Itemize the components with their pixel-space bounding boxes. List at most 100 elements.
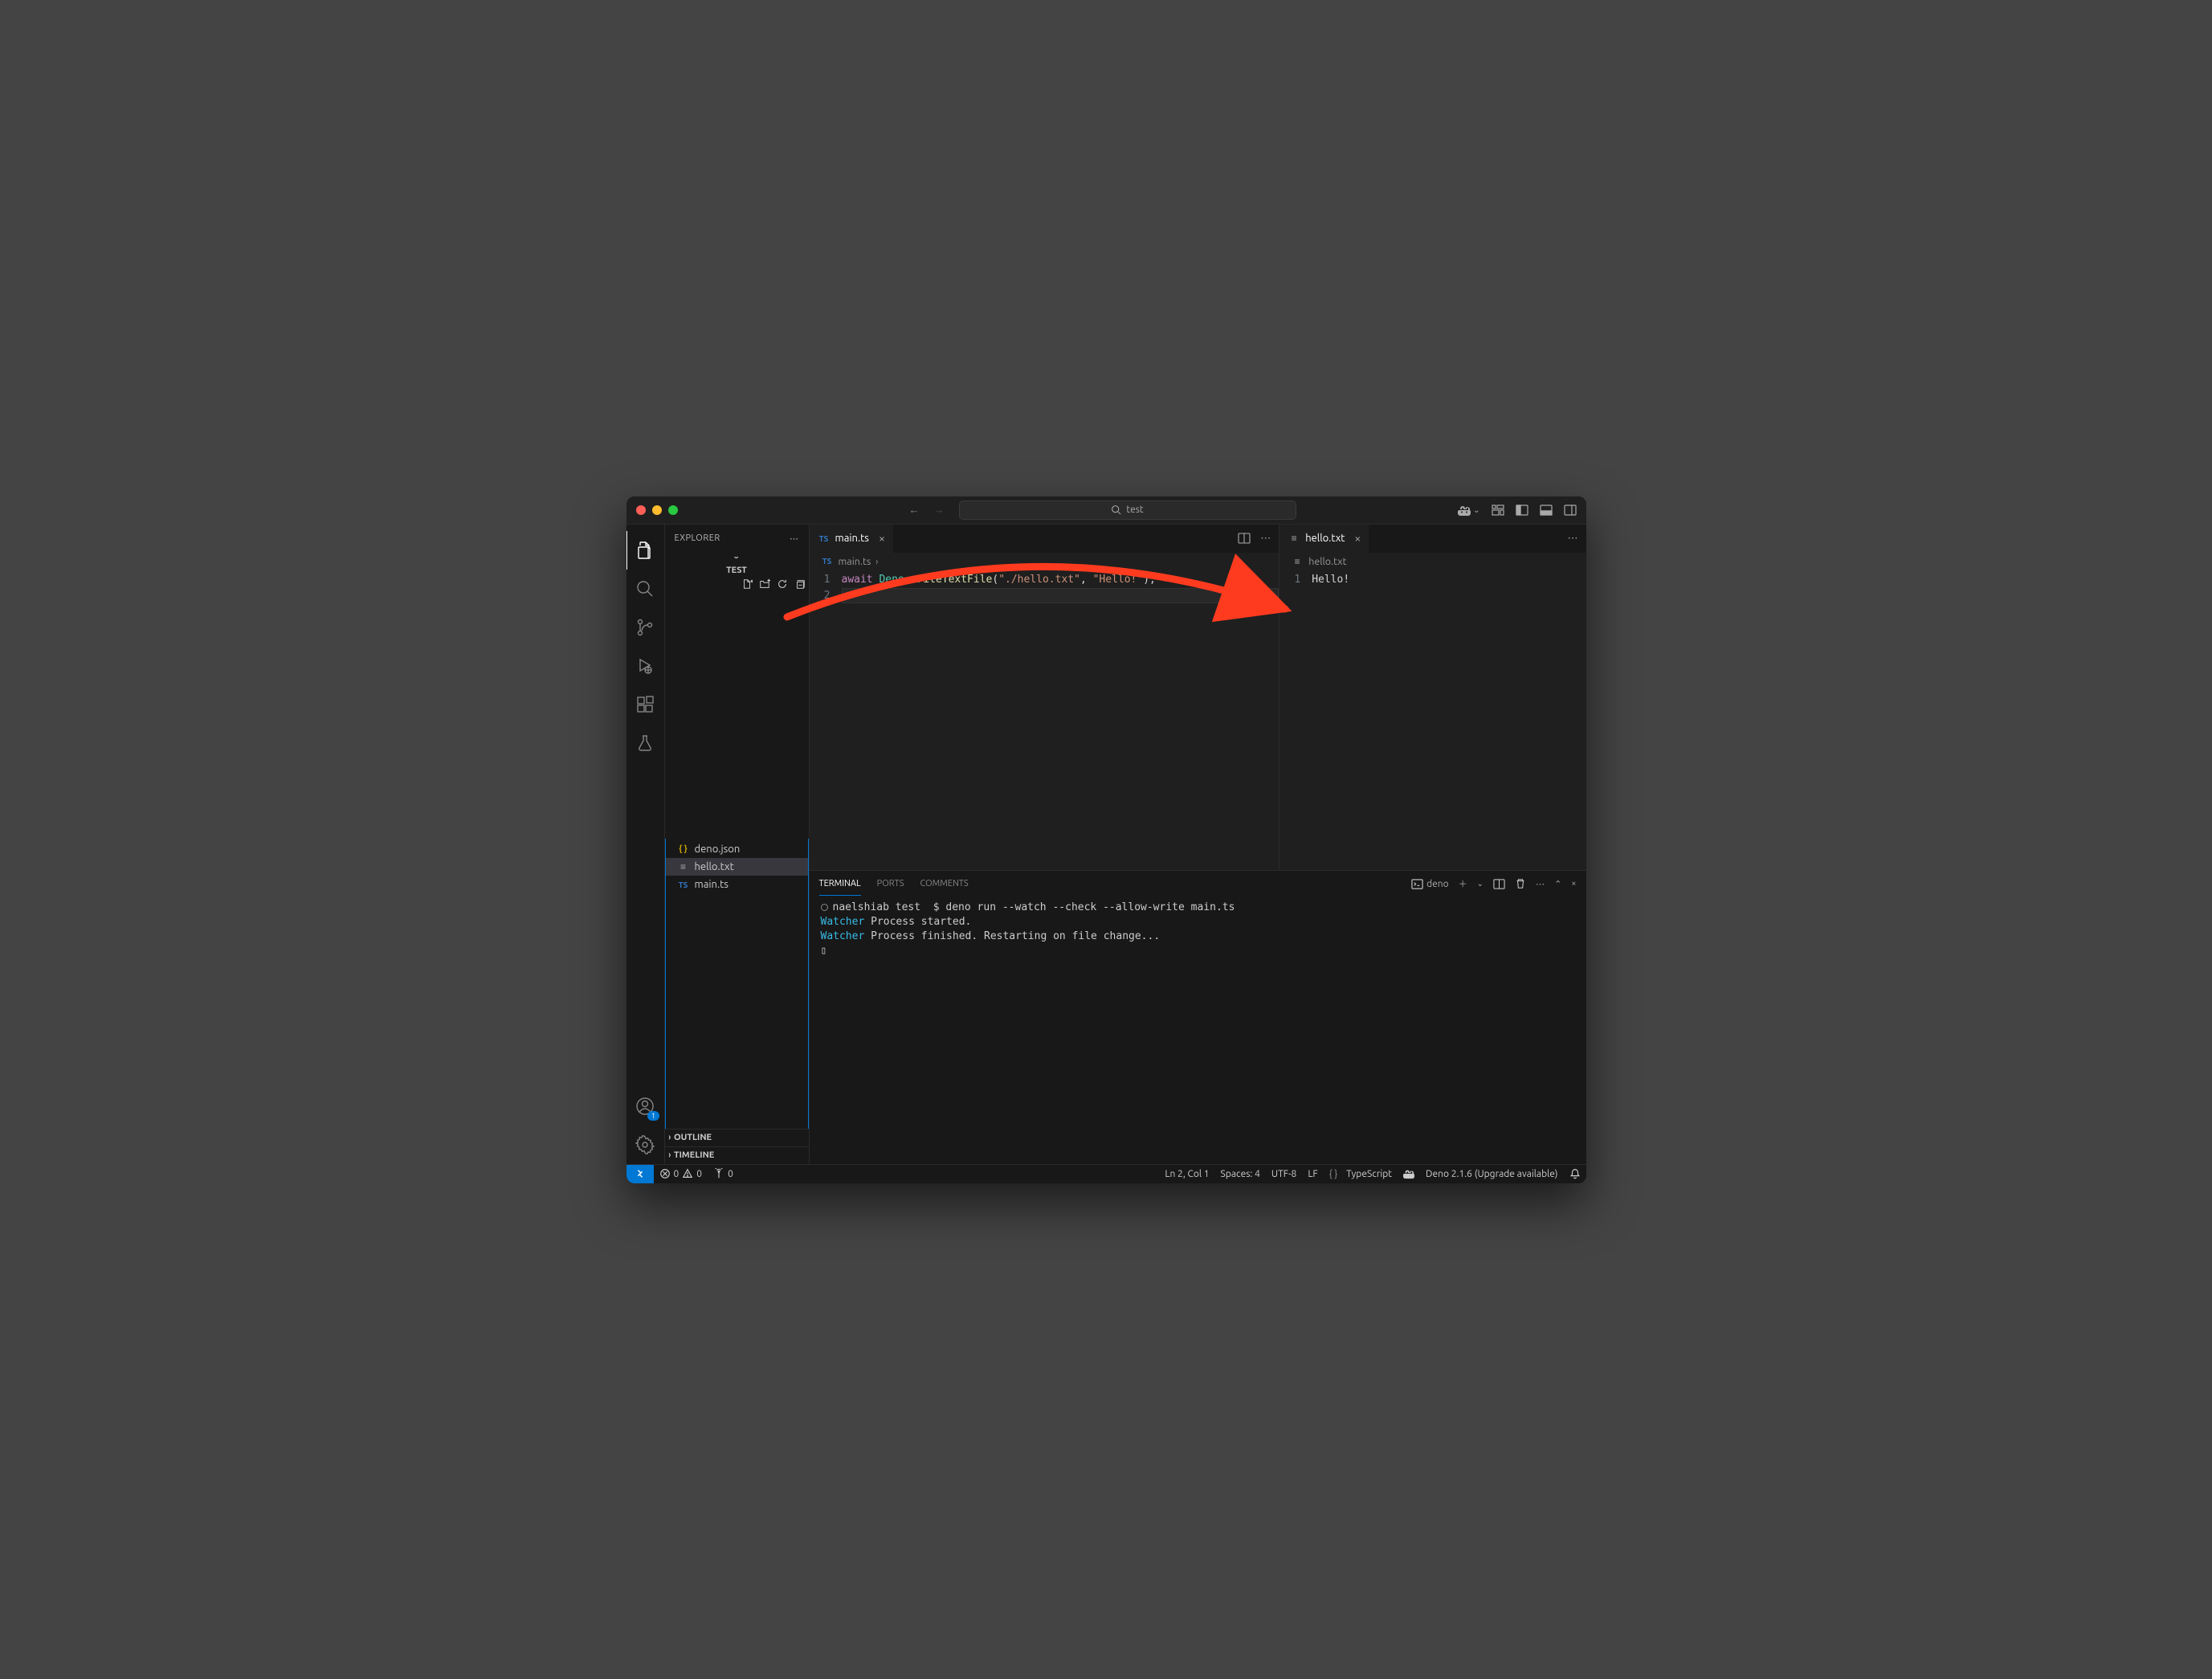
zoom-window-button[interactable]: [668, 505, 678, 515]
file-name: deno.json: [695, 844, 741, 855]
vscode-window: ← → test ⌄: [626, 496, 1586, 1183]
status-copilot-icon[interactable]: [1398, 1168, 1420, 1179]
status-ports[interactable]: 0: [708, 1168, 739, 1179]
file-item-hello-txt[interactable]: ≡ hello.txt: [666, 858, 808, 876]
window-controls: [636, 505, 678, 515]
terminal-dropdown-icon[interactable]: ⌄: [1477, 879, 1484, 889]
close-tab-icon[interactable]: ×: [879, 532, 885, 545]
folder-name: TEST: [726, 566, 747, 575]
panel-tab-ports[interactable]: PORTS: [877, 872, 904, 895]
new-folder-icon[interactable]: [759, 578, 770, 590]
breadcrumb-text: hello.txt: [1308, 556, 1346, 567]
close-panel-icon[interactable]: ×: [1571, 879, 1576, 889]
accounts-icon[interactable]: 1: [626, 1087, 665, 1125]
line-number: 2: [810, 588, 842, 604]
text-file-icon: ≡: [1288, 533, 1300, 544]
refresh-icon[interactable]: [777, 578, 788, 590]
panel-tabs: TERMINAL PORTS COMMENTS deno ＋ ⌄ ⋯ ⌃: [810, 871, 1586, 897]
panel-tab-terminal[interactable]: TERMINAL: [819, 872, 861, 896]
breadcrumb-right[interactable]: ≡ hello.txt: [1279, 553, 1586, 570]
code-editor-left[interactable]: 1 await Deno.writeTextFile("./hello.txt"…: [810, 570, 1279, 870]
panel-actions: deno ＋ ⌄ ⋯ ⌃ ×: [1411, 877, 1576, 890]
collapse-all-icon[interactable]: [794, 578, 806, 590]
timeline-label: TIMELINE: [674, 1150, 714, 1160]
editor-groups: TS main.ts × ⋯ TS main.ts: [810, 525, 1586, 870]
tab-label: hello.txt: [1305, 533, 1345, 544]
folder-header[interactable]: TEST: [665, 553, 809, 840]
file-tree: { } deno.json ≡ hello.txt TS main.ts: [665, 839, 809, 1129]
terminal-profile-icon[interactable]: deno: [1411, 878, 1449, 890]
tab-actions-left: ⋯: [1230, 525, 1279, 553]
chevron-down-icon: [735, 553, 737, 562]
status-errors[interactable]: 0 0: [654, 1168, 708, 1179]
main-area: TS main.ts × ⋯ TS main.ts: [810, 525, 1586, 1164]
extensions-icon[interactable]: [626, 685, 665, 724]
sidebar-more-icon[interactable]: ⋯: [790, 533, 799, 544]
file-name: main.ts: [695, 879, 728, 890]
status-encoding[interactable]: UTF-8: [1266, 1168, 1302, 1179]
toggle-secondary-sidebar-icon[interactable]: [1564, 504, 1577, 517]
breadcrumb-left[interactable]: TS main.ts: [810, 553, 1279, 570]
activity-bar: 1: [626, 525, 665, 1164]
split-terminal-icon[interactable]: [1493, 878, 1505, 890]
file-item-deno-json[interactable]: { } deno.json: [666, 840, 808, 858]
testing-icon[interactable]: [626, 724, 665, 762]
remote-indicator[interactable]: [626, 1165, 654, 1183]
status-deno[interactable]: Deno 2.1.6 (Upgrade available): [1420, 1168, 1563, 1179]
title-right: ⌄: [1458, 504, 1576, 517]
kill-terminal-icon[interactable]: [1515, 878, 1526, 889]
title-bar: ← → test ⌄: [626, 496, 1586, 525]
search-activity-icon[interactable]: [626, 570, 665, 608]
status-eol[interactable]: LF: [1302, 1168, 1323, 1179]
folder-actions: [741, 578, 806, 590]
customize-layout-icon[interactable]: [1492, 504, 1504, 517]
status-ln-col[interactable]: Ln 2, Col 1: [1159, 1168, 1214, 1179]
chevron-right-icon: [875, 556, 879, 567]
new-terminal-icon[interactable]: ＋: [1459, 877, 1467, 890]
terminal-content[interactable]: naelshiab test $ deno run --watch --chec…: [810, 897, 1586, 1164]
bottom-panel: TERMINAL PORTS COMMENTS deno ＋ ⌄ ⋯ ⌃: [810, 870, 1586, 1164]
nav-forward-icon[interactable]: →: [934, 504, 945, 516]
maximize-panel-icon[interactable]: ⌃: [1554, 879, 1561, 889]
panel-tab-comments[interactable]: COMMENTS: [920, 872, 969, 895]
chevron-right-icon: [668, 1150, 671, 1160]
split-editor-icon[interactable]: [1238, 532, 1251, 545]
close-window-button[interactable]: [636, 505, 646, 515]
outline-label: OUTLINE: [674, 1133, 712, 1142]
editor-group-left: TS main.ts × ⋯ TS main.ts: [810, 525, 1280, 870]
breadcrumb-text: main.ts: [839, 556, 871, 567]
command-center[interactable]: test: [959, 500, 1296, 520]
copilot-icon[interactable]: ⌄: [1458, 504, 1479, 517]
more-actions-icon[interactable]: ⋯: [1260, 533, 1271, 545]
toggle-sidebar-icon[interactable]: [1516, 504, 1528, 517]
toggle-panel-icon[interactable]: [1540, 504, 1553, 517]
nav-arrows: ← →: [909, 504, 945, 516]
file-item-main-ts[interactable]: TS main.ts: [666, 876, 808, 893]
timeline-section[interactable]: TIMELINE: [665, 1146, 809, 1164]
minimize-window-button[interactable]: [652, 505, 662, 515]
explorer-icon[interactable]: [626, 531, 665, 570]
text-file-icon: ≡: [677, 861, 690, 872]
status-language[interactable]: { } TypeScript: [1324, 1168, 1398, 1179]
status-spaces[interactable]: Spaces: 4: [1215, 1168, 1266, 1179]
nav-back-icon[interactable]: ←: [909, 504, 920, 516]
tab-hello-txt[interactable]: ≡ hello.txt ×: [1279, 525, 1369, 553]
close-tab-icon[interactable]: ×: [1354, 532, 1361, 545]
tab-bar-right: ≡ hello.txt × ⋯: [1279, 525, 1586, 553]
code-editor-right[interactable]: 1 Hello!: [1279, 570, 1586, 870]
panel-more-icon[interactable]: ⋯: [1536, 879, 1545, 889]
tab-main-ts[interactable]: TS main.ts ×: [810, 525, 894, 553]
new-file-icon[interactable]: [741, 578, 753, 590]
line-number: 1: [810, 572, 842, 588]
status-notifications-icon[interactable]: [1564, 1168, 1586, 1179]
settings-gear-icon[interactable]: [626, 1125, 665, 1164]
more-actions-icon[interactable]: ⋯: [1568, 533, 1578, 545]
source-control-icon[interactable]: [626, 608, 665, 647]
explorer-sidebar: EXPLORER ⋯ TEST { } deno.json: [665, 525, 810, 1164]
run-debug-icon[interactable]: [626, 647, 665, 685]
text-file-icon: ≡: [1291, 556, 1304, 567]
ts-file-icon: TS: [677, 880, 690, 889]
chevron-right-icon: [668, 1133, 671, 1142]
outline-section[interactable]: OUTLINE: [665, 1129, 809, 1146]
status-bar: 0 0 0 Ln 2, Col 1 Spaces: 4 UTF-8 LF { }…: [626, 1164, 1586, 1183]
